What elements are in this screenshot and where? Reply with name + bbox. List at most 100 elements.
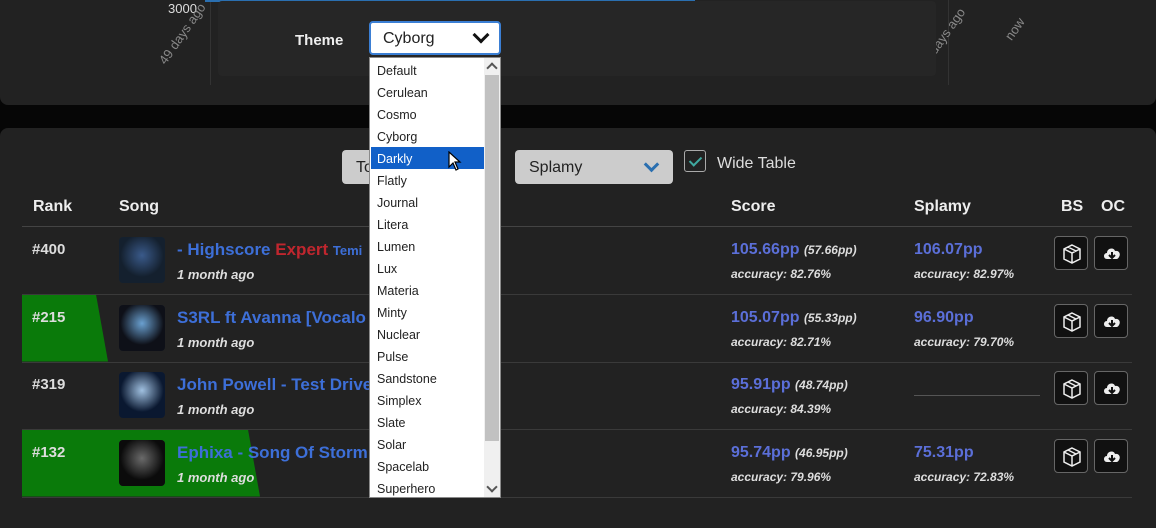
theme-option-lumen[interactable]: Lumen bbox=[371, 235, 485, 257]
oneclick-download-button[interactable] bbox=[1094, 438, 1128, 473]
cloud-download-icon bbox=[1104, 451, 1120, 462]
theme-option-solar[interactable]: Solar bbox=[371, 433, 485, 455]
rank-value: #215 bbox=[32, 308, 66, 326]
theme-option-darkly[interactable]: Darkly bbox=[371, 147, 485, 169]
table-row: #215S3RL ft Avanna [Vocalo Expert Edzo1 … bbox=[22, 294, 1132, 363]
scrollbar-thumb[interactable] bbox=[485, 75, 499, 441]
cube-icon bbox=[1063, 244, 1081, 264]
pp-value: 95.74pp bbox=[731, 443, 791, 461]
scroll-up-icon[interactable] bbox=[486, 62, 498, 74]
cover-art bbox=[119, 237, 165, 283]
header-rank[interactable]: Rank bbox=[33, 198, 72, 216]
scroll-down-icon[interactable] bbox=[486, 481, 498, 493]
song-title-link[interactable]: - Highscore Expert Temi bbox=[177, 240, 362, 260]
time-ago: 1 month ago bbox=[177, 267, 255, 282]
pp-value: 105.07pp bbox=[731, 308, 800, 326]
cube-icon bbox=[1063, 446, 1081, 467]
time-ago: 1 month ago bbox=[177, 402, 255, 417]
chevron-down-icon bbox=[643, 156, 660, 173]
theme-option-nuclear[interactable]: Nuclear bbox=[371, 323, 485, 345]
header-splamy[interactable]: Splamy bbox=[914, 198, 971, 216]
cube-icon bbox=[1063, 379, 1081, 399]
theme-option-minty[interactable]: Minty bbox=[371, 301, 485, 323]
player-select[interactable]: Splamy bbox=[515, 150, 673, 184]
header-score[interactable]: Score bbox=[731, 198, 775, 216]
rank-highlight bbox=[22, 294, 108, 362]
beatsaver-button[interactable] bbox=[1054, 438, 1088, 473]
beatsaver-button[interactable] bbox=[1054, 371, 1088, 405]
cube-icon bbox=[1063, 311, 1081, 332]
song-cover[interactable] bbox=[119, 237, 165, 283]
theme-dropdown-list[interactable]: Default Cerulean Cosmo Cyborg Darkly Flatly Jo… bbox=[369, 57, 501, 498]
cloud-download-icon bbox=[1104, 248, 1120, 260]
theme-option-sandstone[interactable]: Sandstone bbox=[371, 367, 485, 389]
theme-option-default[interactable]: Default bbox=[371, 59, 485, 81]
theme-option-litera[interactable]: Litera bbox=[371, 213, 485, 235]
theme-option-journal[interactable]: Journal bbox=[371, 191, 485, 213]
song-mapper: Temi bbox=[332, 243, 363, 258]
splamy-pp: 96.90pp bbox=[914, 308, 974, 326]
score-accuracy: accuracy: 82.76% bbox=[731, 267, 832, 281]
wide-table-label[interactable]: Wide Table bbox=[717, 155, 796, 173]
player-select-value: Splamy bbox=[529, 159, 583, 176]
theme-option-flatly[interactable]: Flatly bbox=[371, 169, 485, 191]
score-accuracy: accuracy: 79.96% bbox=[731, 469, 832, 484]
theme-label: Theme bbox=[295, 32, 344, 49]
cloud-download-icon bbox=[1104, 316, 1120, 327]
beatsaver-button[interactable] bbox=[1054, 303, 1088, 338]
table-row: #400 - Highscore Expert Temi 1 month ago 10… bbox=[22, 227, 1132, 295]
pp-weighted: (55.33pp) bbox=[803, 310, 857, 325]
score-accuracy: accuracy: 84.39% bbox=[731, 402, 832, 416]
pp-weighted: (48.74pp) bbox=[795, 378, 848, 392]
splamy-empty bbox=[914, 395, 1040, 396]
song-difficulty: Expert bbox=[275, 240, 329, 259]
header-oc: OC bbox=[1101, 198, 1125, 215]
theme-select-value: Cyborg bbox=[383, 30, 435, 47]
oneclick-download-button[interactable] bbox=[1094, 303, 1128, 338]
theme-option-cerulean[interactable]: Cerulean bbox=[371, 81, 485, 103]
theme-option-superhero[interactable]: Superhero bbox=[371, 477, 485, 497]
beatsaver-button[interactable] bbox=[1054, 236, 1088, 270]
song-title: Ephixa - Song Of Storm bbox=[177, 442, 368, 462]
chevron-down-icon bbox=[472, 26, 490, 44]
song-title-link[interactable]: John Powell - Test Drive bbox=[177, 375, 372, 395]
pp-value: 95.91pp bbox=[731, 376, 791, 393]
theme-option-lux[interactable]: Lux bbox=[371, 257, 485, 279]
splamy-accuracy: accuracy: 79.70% bbox=[914, 334, 1015, 349]
theme-option-spacelab[interactable]: Spacelab bbox=[371, 455, 485, 477]
chart-gridline bbox=[210, 0, 211, 85]
song-cover[interactable] bbox=[119, 439, 165, 486]
header-bs: BS bbox=[1061, 198, 1084, 215]
theme-option-pulse[interactable]: Pulse bbox=[371, 345, 485, 367]
score-pp: 105.07pp (55.33pp) bbox=[731, 309, 857, 327]
splamy-accuracy: accuracy: 72.83% bbox=[914, 469, 1015, 484]
time-ago: 1 month ago bbox=[177, 469, 255, 485]
pp-weighted: (57.66pp) bbox=[803, 243, 857, 257]
table-row: #132Ephixa - Song Of Storm iseman1 month… bbox=[22, 429, 1132, 498]
oneclick-download-button[interactable] bbox=[1094, 371, 1128, 405]
pp-weighted: (46.95pp) bbox=[795, 445, 848, 460]
song-title: S3RL ft Avanna [Vocalo bbox=[177, 307, 366, 327]
score-pp: 105.66pp (57.66pp) bbox=[731, 241, 857, 259]
dropdown-scrollbar[interactable] bbox=[484, 58, 500, 497]
rank-value: #319 bbox=[32, 376, 66, 393]
song-cover[interactable] bbox=[119, 304, 165, 351]
oneclick-download-button[interactable] bbox=[1094, 236, 1128, 270]
wide-table-checkbox[interactable] bbox=[684, 150, 706, 172]
header-song[interactable]: Song bbox=[119, 198, 159, 216]
splamy-pp: 106.07pp bbox=[914, 241, 983, 258]
theme-option-simplex[interactable]: Simplex bbox=[371, 389, 485, 411]
song-cover[interactable] bbox=[119, 372, 165, 418]
mouse-cursor-icon bbox=[448, 151, 462, 171]
theme-option-cosmo[interactable]: Cosmo bbox=[371, 103, 485, 125]
cloud-download-icon bbox=[1104, 383, 1120, 395]
theme-option-materia[interactable]: Materia bbox=[371, 279, 485, 301]
score-pp: 95.74pp (46.95pp) bbox=[731, 444, 848, 462]
score-accuracy: accuracy: 82.71% bbox=[731, 334, 832, 349]
theme-option-slate[interactable]: Slate bbox=[371, 411, 485, 433]
splamy-pp: 75.31pp bbox=[914, 443, 974, 461]
song-title: - Highscore bbox=[177, 240, 271, 259]
theme-select[interactable]: Cyborg bbox=[369, 21, 501, 55]
time-ago: 1 month ago bbox=[177, 334, 255, 350]
theme-option-cyborg[interactable]: Cyborg bbox=[371, 125, 485, 147]
